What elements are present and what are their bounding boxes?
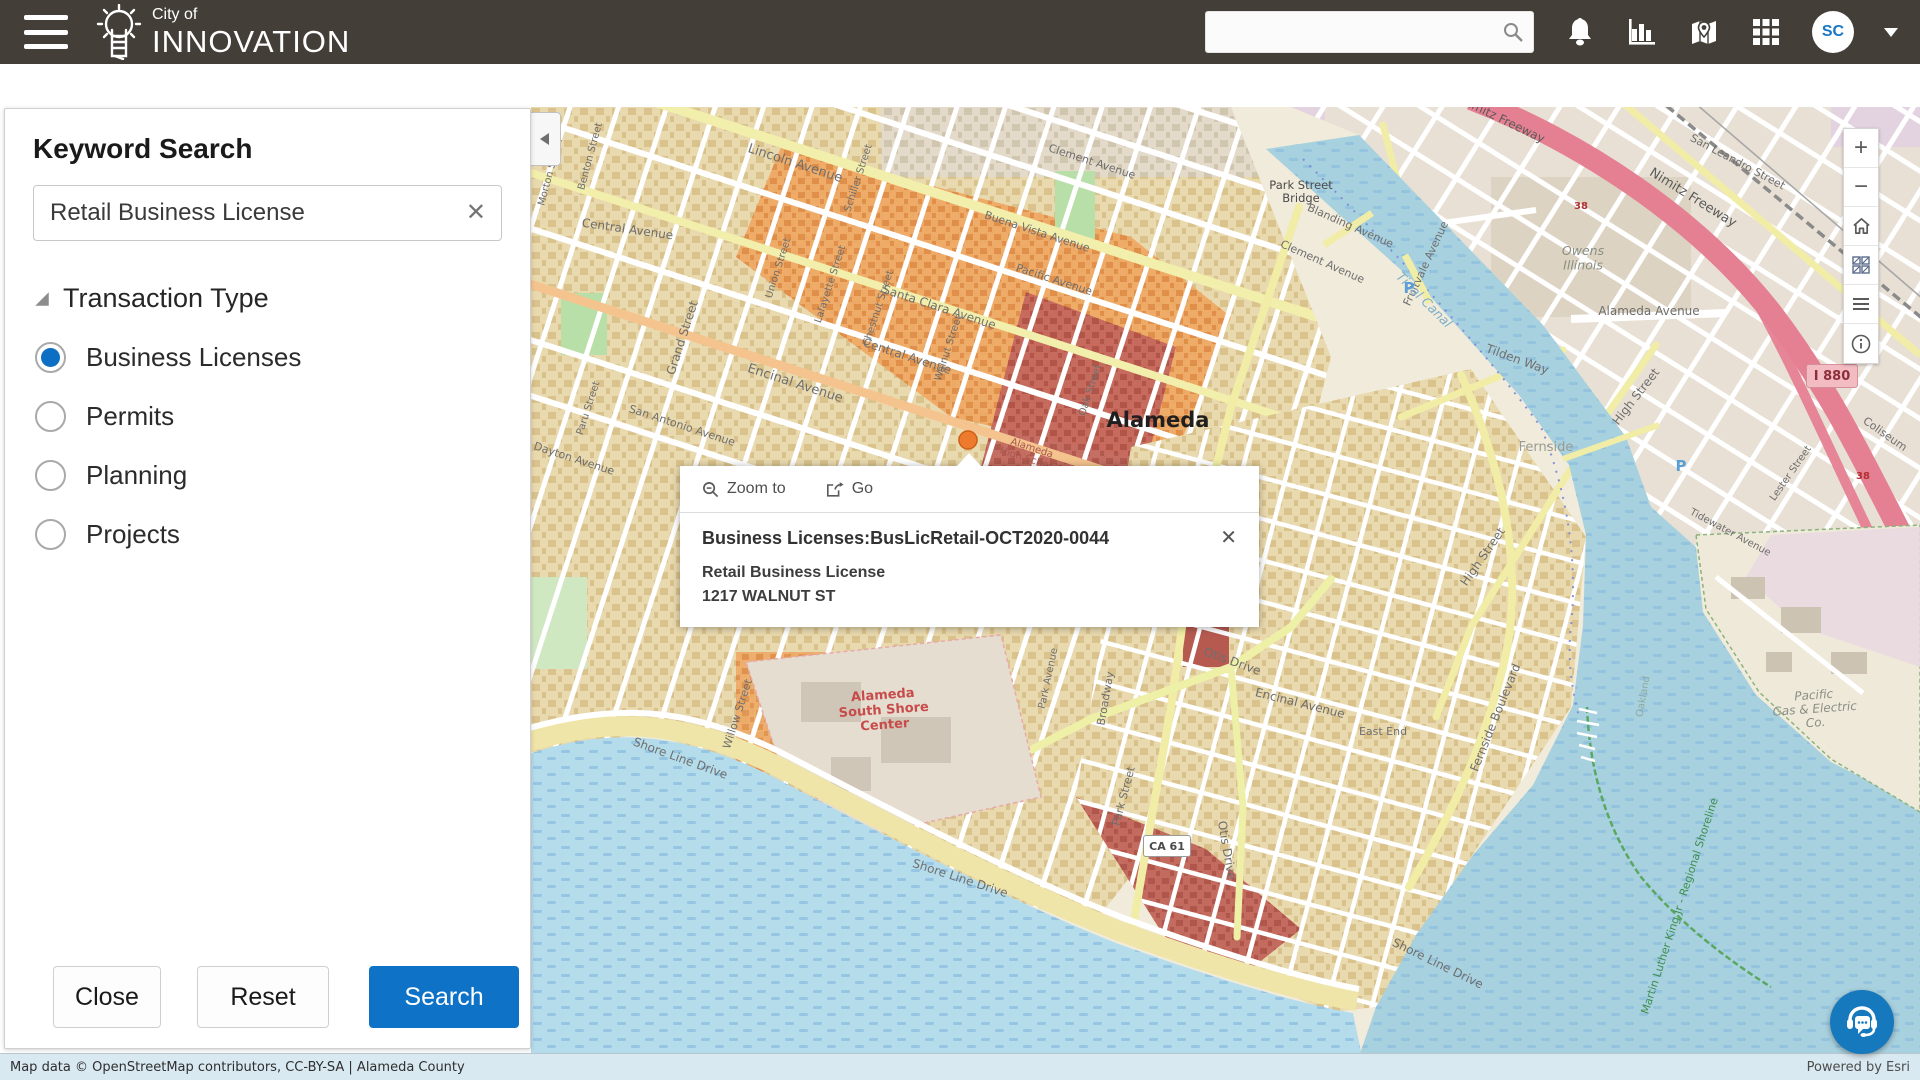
route-shield-ca61: CA 61 <box>1143 835 1191 857</box>
feature-popup: Zoom to Go Business Licenses:BusLicRetai… <box>680 466 1259 627</box>
close-button[interactable]: Close <box>53 966 161 1028</box>
radio-label: Projects <box>86 519 180 550</box>
notifications-bell-icon[interactable] <box>1564 16 1596 48</box>
popup-record-address: 1217 WALNUT ST <box>702 585 1237 609</box>
global-search <box>1205 11 1534 53</box>
map-controls: + − <box>1843 128 1879 364</box>
popup-close-icon[interactable]: ✕ <box>1220 528 1237 548</box>
radio-circle <box>35 342 66 373</box>
radio-circle <box>35 460 66 491</box>
keyword-search-panel: Keyword Search ✕ Transaction Type Busine… <box>4 108 531 1049</box>
radio-label: Business Licenses <box>86 342 301 373</box>
legend-lines-icon <box>1852 297 1870 311</box>
headset-chat-icon <box>1843 1004 1881 1040</box>
lightbulb-icon <box>94 4 144 60</box>
attribution-text: Map data © OpenStreetMap contributors, C… <box>10 1060 465 1075</box>
route-shield-i880: I 880 <box>1806 364 1858 388</box>
info-icon <box>1851 334 1871 354</box>
home-icon <box>1852 217 1871 235</box>
home-extent-button[interactable] <box>1844 207 1878 246</box>
radio-circle <box>35 519 66 550</box>
popup-title: Business Licenses:BusLicRetail-OCT2020-0… <box>702 528 1109 549</box>
transaction-type-section[interactable]: Transaction Type <box>33 283 502 314</box>
transaction-type-label: Transaction Type <box>63 283 269 314</box>
map-explorer-icon[interactable] <box>1688 16 1720 48</box>
search-button[interactable]: Search <box>369 966 519 1028</box>
radio-circle <box>35 401 66 432</box>
map-pin[interactable] <box>959 431 977 449</box>
radio-permits[interactable]: Permits <box>35 401 530 432</box>
zoom-out-button[interactable]: − <box>1844 168 1878 207</box>
brand-logo: City of INNOVATION <box>94 4 350 60</box>
zoom-to-button[interactable]: Zoom to <box>702 480 786 498</box>
basemap-icon <box>1852 256 1870 274</box>
panel-collapse-handle[interactable] <box>530 112 561 166</box>
go-external-icon <box>826 481 844 498</box>
basemap-gallery-button[interactable] <box>1844 246 1878 285</box>
apps-grid-icon[interactable] <box>1750 16 1782 48</box>
app-header: City of INNOVATION <box>0 0 1920 64</box>
brand-innovation: INNOVATION <box>152 26 350 57</box>
zoom-to-icon <box>702 481 719 498</box>
clear-keyword-icon[interactable]: ✕ <box>466 198 486 227</box>
zoom-in-button[interactable]: + <box>1844 129 1878 168</box>
radio-label: Permits <box>86 401 174 432</box>
map-attribution-bar: Map data © OpenStreetMap contributors, C… <box>0 1053 1920 1080</box>
collapse-left-icon <box>538 131 552 147</box>
radio-business-licenses[interactable]: Business Licenses <box>35 342 530 373</box>
collapse-triangle-icon <box>33 290 51 308</box>
help-chat-button[interactable] <box>1830 990 1894 1054</box>
popup-record-type: Retail Business License <box>702 561 1237 585</box>
keyword-input[interactable] <box>33 185 502 241</box>
radio-label: Planning <box>86 460 187 491</box>
panel-title: Keyword Search <box>33 133 502 165</box>
reports-bar-chart-icon[interactable] <box>1626 16 1658 48</box>
radio-planning[interactable]: Planning <box>35 460 530 491</box>
radio-projects[interactable]: Projects <box>35 519 530 550</box>
go-button[interactable]: Go <box>826 480 873 498</box>
reset-button[interactable]: Reset <box>197 966 329 1028</box>
brand-city-of: City of <box>152 7 350 23</box>
search-icon <box>1502 21 1524 43</box>
global-search-input[interactable] <box>1206 12 1533 52</box>
user-menu-caret-icon[interactable] <box>1884 28 1898 37</box>
legend-button[interactable] <box>1844 285 1878 324</box>
powered-by-esri: Powered by Esri <box>1807 1060 1910 1075</box>
info-button[interactable] <box>1844 324 1878 363</box>
menu-icon[interactable] <box>24 15 68 49</box>
zoom-to-label: Zoom to <box>727 480 786 498</box>
go-label: Go <box>852 480 873 498</box>
user-avatar[interactable]: SC <box>1812 11 1854 53</box>
